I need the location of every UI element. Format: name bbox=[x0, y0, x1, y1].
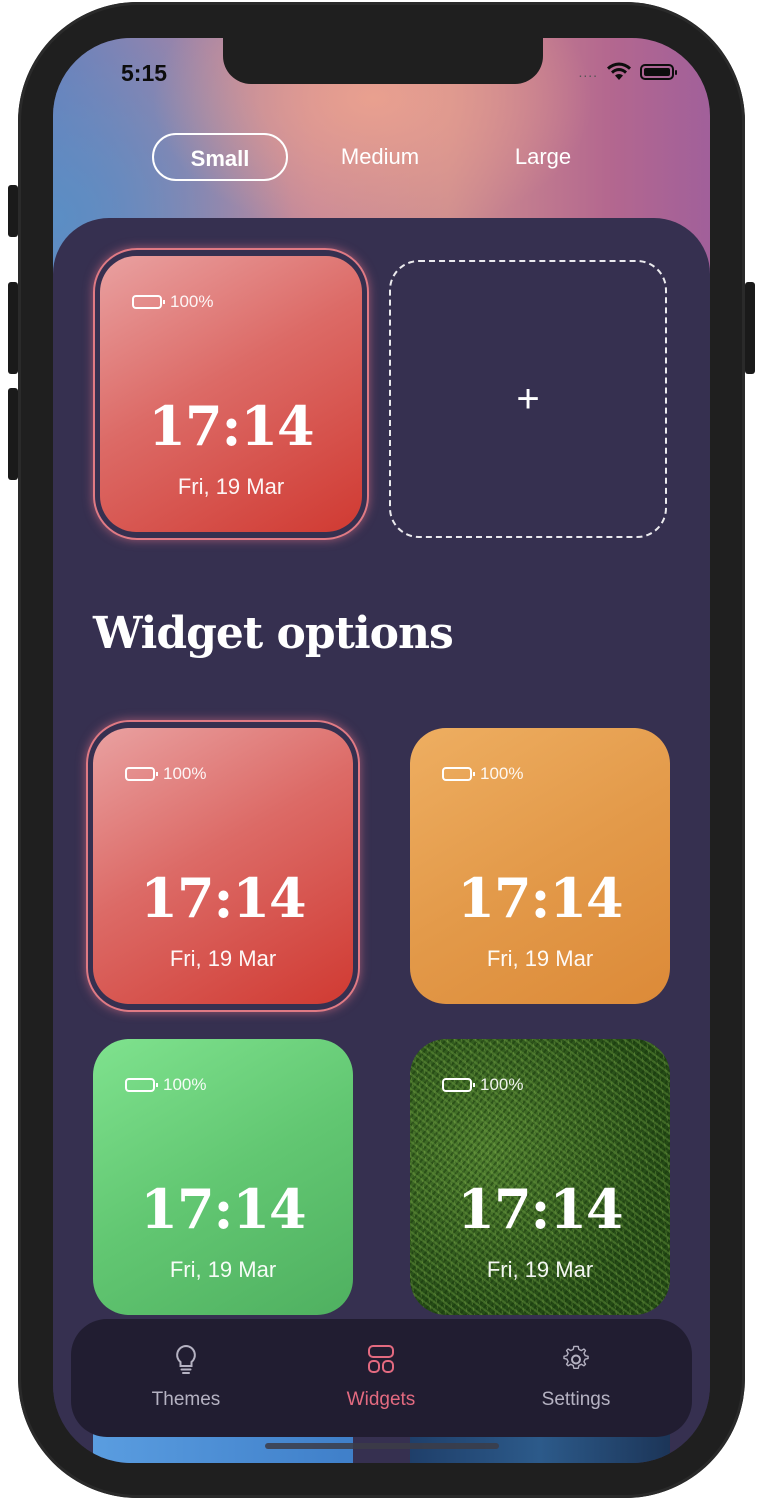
status-time: 5:15 bbox=[121, 60, 168, 86]
battery-indicator: 100% bbox=[442, 1075, 523, 1095]
widget-option-red[interactable]: 100% 17:14 Fri, 19 Mar bbox=[93, 728, 353, 1004]
widget-date: Fri, 19 Mar bbox=[486, 946, 594, 971]
bottom-tab-bar: Themes Widgets Settings bbox=[71, 1319, 692, 1437]
battery-indicator: 100% bbox=[132, 292, 213, 312]
volume-down-button bbox=[8, 388, 18, 480]
widget-option-grass[interactable]: 100% 17:14 Fri, 19 Mar bbox=[410, 1039, 670, 1315]
tab-small[interactable]: Small bbox=[152, 133, 288, 181]
widget-time: 17:14 bbox=[140, 866, 306, 930]
battery-percent: 100% bbox=[163, 764, 207, 783]
status-icons: .... bbox=[578, 62, 677, 82]
tab-widgets-label: Widgets bbox=[346, 1389, 416, 1410]
widget-time: 17:14 bbox=[148, 394, 314, 458]
widget-time: 17:14 bbox=[457, 1177, 623, 1241]
tab-widgets[interactable]: Widgets bbox=[281, 1319, 481, 1437]
battery-icon bbox=[132, 295, 165, 309]
battery-icon bbox=[125, 767, 158, 781]
battery-percent: 100% bbox=[163, 1075, 207, 1094]
tab-themes[interactable]: Themes bbox=[86, 1319, 286, 1437]
widget-time: 17:14 bbox=[140, 1177, 306, 1241]
widget-date: Fri, 19 Mar bbox=[169, 946, 277, 971]
widget-option-orange[interactable]: 100% 17:14 Fri, 19 Mar bbox=[410, 728, 670, 1004]
screen: 5:15 .... Small Medium Large 100% 17:14 … bbox=[53, 38, 710, 1463]
widget-time: 17:14 bbox=[457, 866, 623, 930]
tab-themes-label: Themes bbox=[151, 1389, 221, 1410]
tab-settings[interactable]: Settings bbox=[476, 1319, 676, 1437]
power-button bbox=[745, 282, 755, 374]
tab-settings-label: Settings bbox=[541, 1389, 611, 1410]
battery-percent: 100% bbox=[480, 1075, 524, 1094]
battery-indicator: 100% bbox=[125, 1075, 206, 1095]
size-selector: Small Medium Large bbox=[53, 133, 710, 185]
gear-icon bbox=[563, 1345, 589, 1370]
widget-date: Fri, 19 Mar bbox=[177, 474, 285, 499]
battery-indicator: 100% bbox=[125, 764, 206, 784]
signal-icon: .... bbox=[578, 64, 598, 80]
battery-percent: 100% bbox=[170, 292, 214, 311]
mute-switch bbox=[8, 185, 18, 237]
widget-date: Fri, 19 Mar bbox=[169, 1257, 277, 1282]
section-title: Widget options bbox=[93, 608, 454, 659]
volume-up-button bbox=[8, 282, 18, 374]
home-indicator bbox=[265, 1443, 499, 1449]
battery-icon bbox=[640, 64, 677, 80]
plus-icon: + bbox=[516, 377, 540, 421]
battery-percent: 100% bbox=[480, 764, 524, 783]
wifi-icon bbox=[607, 62, 631, 80]
tab-medium[interactable]: Medium bbox=[315, 133, 445, 181]
notch bbox=[223, 38, 543, 84]
add-widget-slot[interactable]: + bbox=[389, 260, 667, 538]
tab-large[interactable]: Large bbox=[483, 133, 603, 181]
battery-icon bbox=[442, 1078, 475, 1092]
current-widget[interactable]: 100% 17:14 Fri, 19 Mar bbox=[100, 256, 362, 532]
widget-option-green[interactable]: 100% 17:14 Fri, 19 Mar bbox=[93, 1039, 353, 1315]
widgets-icon bbox=[368, 1345, 394, 1373]
battery-icon bbox=[442, 767, 475, 781]
battery-indicator: 100% bbox=[442, 764, 523, 784]
battery-icon bbox=[125, 1078, 158, 1092]
widget-date: Fri, 19 Mar bbox=[486, 1257, 594, 1282]
lightbulb-icon bbox=[176, 1344, 196, 1374]
